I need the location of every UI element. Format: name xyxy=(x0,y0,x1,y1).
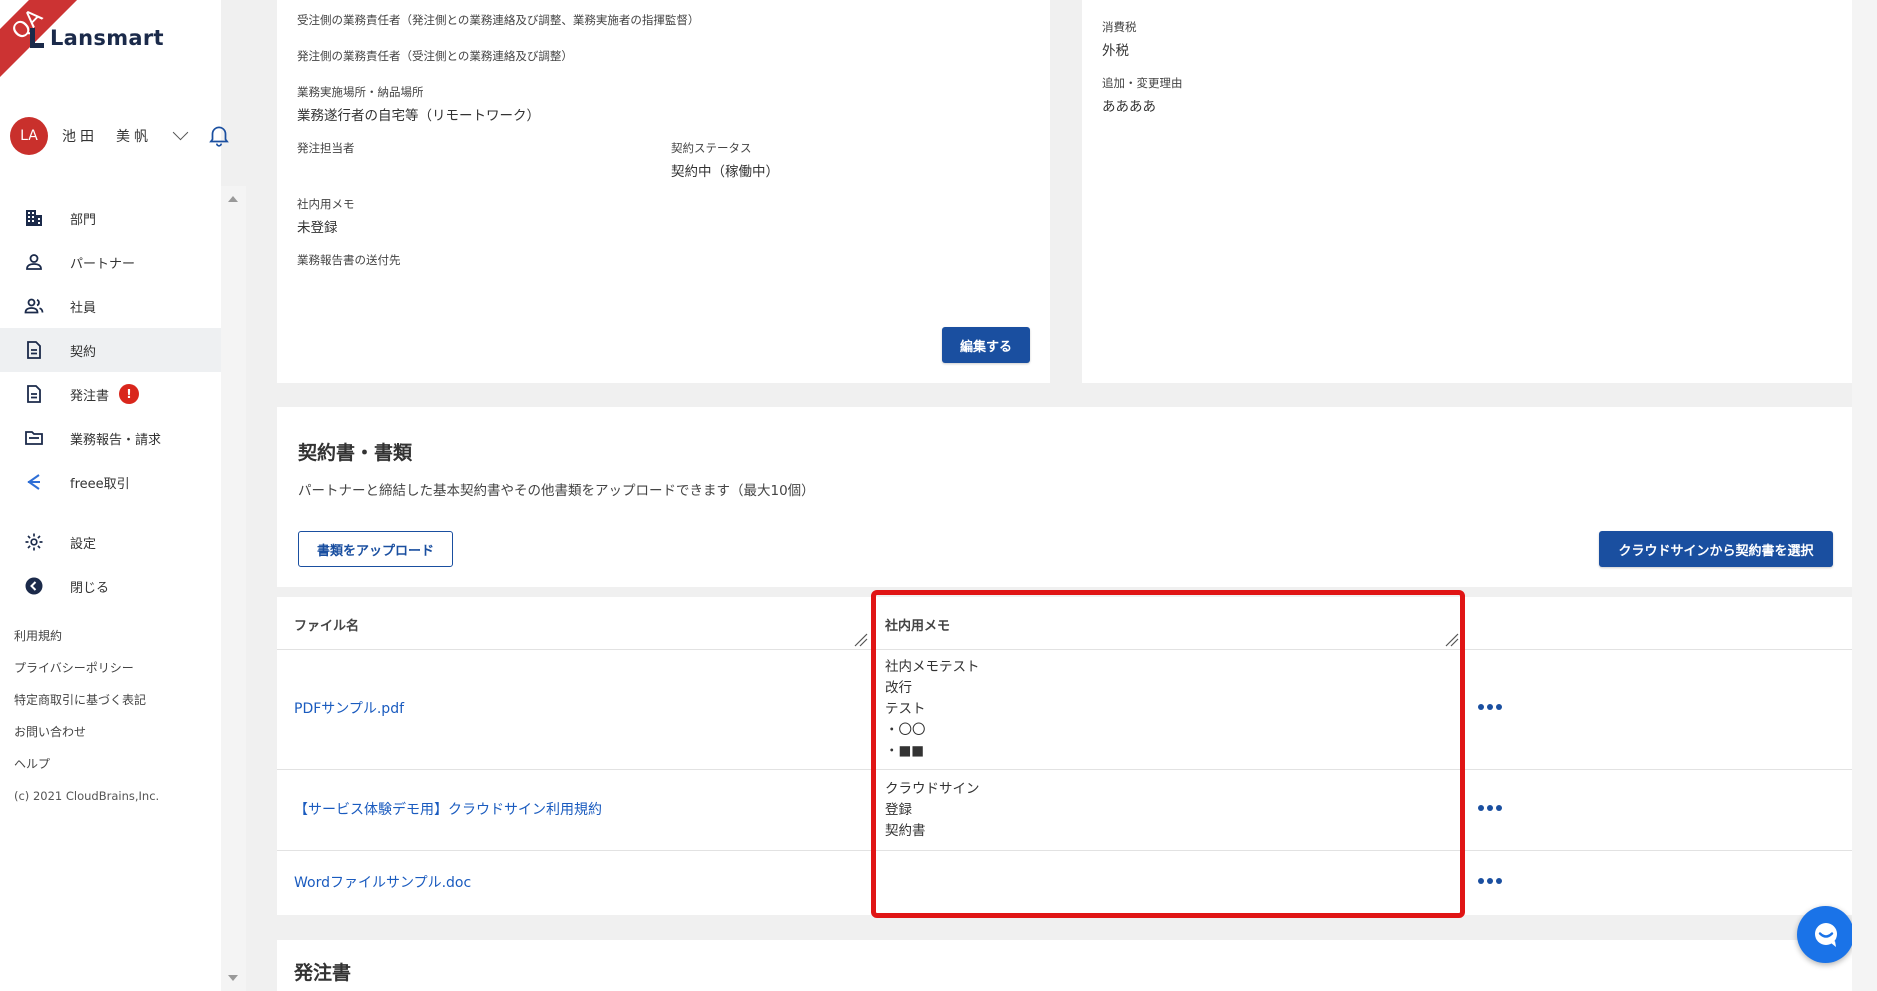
sidebar-item-label: 閉じる xyxy=(70,580,110,596)
user-name: 池田 美帆 xyxy=(62,129,152,145)
scroll-down-icon[interactable] xyxy=(228,975,238,981)
document-icon xyxy=(24,384,44,404)
people-icon xyxy=(24,296,44,316)
purchase-order-title: 発注書 xyxy=(294,962,352,984)
documents-title: 契約書・書類 xyxy=(298,442,413,464)
building-icon xyxy=(24,208,44,228)
terms-link[interactable]: 利用規約 xyxy=(14,620,159,652)
location-label: 業務実施場所・納品場所 xyxy=(297,85,424,99)
edit-button[interactable]: 編集する xyxy=(942,327,1030,363)
sidebar-item-employees[interactable]: 社員 xyxy=(0,284,221,328)
privacy-link[interactable]: プライバシーポリシー xyxy=(14,652,159,684)
sidebar-item-label: 業務報告・請求 xyxy=(70,432,162,448)
report-destination-label: 業務報告書の送付先 xyxy=(297,253,401,267)
sidebar-nav: 部門 パートナー 社員 契約 発注書 ! 業務報告・請求 freee取引 設定 … xyxy=(0,196,221,608)
brand-name: Lansmart xyxy=(50,26,164,50)
sidebar-item-label: パートナー xyxy=(70,256,136,272)
highlight-annotation xyxy=(871,590,1465,918)
person-icon xyxy=(24,252,44,272)
internal-memo-label: 社内用メモ xyxy=(297,197,355,211)
sidebar-item-reports[interactable]: 業務報告・請求 xyxy=(0,416,221,460)
page-scrollbar[interactable] xyxy=(1852,0,1877,991)
more-options-icon[interactable] xyxy=(1478,805,1502,813)
orderer-manager-label: 発注側の業務責任者（受注側との業務連絡及び調整） xyxy=(297,49,573,63)
sidebar-item-label: 契約 xyxy=(70,344,97,360)
chevron-down-icon[interactable] xyxy=(172,124,189,141)
chat-button[interactable] xyxy=(1797,906,1854,963)
sidebar-item-departments[interactable]: 部門 xyxy=(0,196,221,240)
sidebar: QA Lansmart LA 池田 美帆 部門 パートナー 社員 契約 発注書 … xyxy=(0,0,229,991)
logo-icon xyxy=(30,28,44,48)
documents-card: 契約書・書類 パートナーと締結した基本契約書やその他書類をアップロードできます（… xyxy=(277,407,1852,587)
column-header-filename: ファイル名 xyxy=(294,619,360,634)
sidebar-item-label: 社員 xyxy=(70,300,97,316)
sidebar-item-freee[interactable]: freee取引 xyxy=(0,460,221,504)
tax-card: 消費税 外税 追加・変更理由 ああああ xyxy=(1082,0,1852,383)
internal-memo-value: 未登録 xyxy=(297,220,338,236)
document-icon xyxy=(24,340,44,360)
contact-link[interactable]: お問い合わせ xyxy=(14,716,159,748)
tax-value: 外税 xyxy=(1102,43,1129,59)
footer-links: 利用規約 プライバシーポリシー 特定商取引に基づく表記 お問い合わせ ヘルプ (… xyxy=(14,620,159,812)
file-link[interactable]: Wordファイルサンプル.doc xyxy=(294,872,471,892)
alert-badge: ! xyxy=(119,384,140,404)
tax-label: 消費税 xyxy=(1102,20,1137,34)
reason-label: 追加・変更理由 xyxy=(1102,76,1183,90)
sidebar-item-settings[interactable]: 設定 xyxy=(0,520,221,564)
brand-logo[interactable]: Lansmart xyxy=(30,26,164,50)
back-circle-icon xyxy=(24,576,44,596)
copyright: (c) 2021 CloudBrains,Inc. xyxy=(14,789,160,803)
user-menu[interactable]: LA 池田 美帆 xyxy=(10,116,229,156)
sidebar-item-contracts[interactable]: 契約 xyxy=(0,328,221,372)
resize-handle-icon[interactable] xyxy=(854,633,868,647)
help-link[interactable]: ヘルプ xyxy=(14,748,159,780)
folder-icon xyxy=(24,428,44,448)
sidebar-scrollbar[interactable] xyxy=(221,186,246,991)
location-value: 業務遂行者の自宅等（リモートワーク） xyxy=(297,108,540,124)
sidebar-item-close[interactable]: 閉じる xyxy=(0,564,221,608)
bell-icon[interactable] xyxy=(206,122,232,148)
more-options-icon[interactable] xyxy=(1478,704,1502,712)
sidebar-item-label: freee取引 xyxy=(70,476,130,492)
status-value: 契約中（稼働中） xyxy=(671,164,779,180)
cloudsign-select-button[interactable]: クラウドサインから契約書を選択 xyxy=(1599,531,1833,567)
more-options-icon[interactable] xyxy=(1478,878,1502,886)
sidebar-item-label: 部門 xyxy=(70,212,97,228)
status-label: 契約ステータス xyxy=(671,141,752,155)
sidebar-item-purchase-orders[interactable]: 発注書 ! xyxy=(0,372,221,416)
commerce-law-link[interactable]: 特定商取引に基づく表記 xyxy=(14,684,159,716)
reason-value: ああああ xyxy=(1102,99,1156,115)
receiver-manager-label: 受注側の業務責任者（発注側との業務連絡及び調整、業務実施者の指揮監督） xyxy=(297,13,700,27)
sidebar-item-partners[interactable]: パートナー xyxy=(0,240,221,284)
purchase-order-card: 発注書 xyxy=(277,940,1852,991)
chat-icon xyxy=(1814,922,1837,947)
scroll-up-icon[interactable] xyxy=(228,196,238,202)
file-link[interactable]: PDFサンプル.pdf xyxy=(294,698,404,718)
avatar[interactable]: LA xyxy=(10,117,48,155)
upload-document-button[interactable]: 書類をアップロード xyxy=(298,531,453,567)
gear-icon xyxy=(24,532,44,552)
orderer-contact-label: 発注担当者 xyxy=(297,141,355,155)
sidebar-item-label: 発注書 xyxy=(70,388,110,404)
sidebar-item-label: 設定 xyxy=(70,536,97,552)
file-link[interactable]: 【サービス体験デモ用】クラウドサイン利用規約 xyxy=(294,799,602,819)
documents-description: パートナーと締結した基本契約書やその他書類をアップロードできます（最大10個） xyxy=(298,483,815,499)
freee-icon xyxy=(24,472,44,492)
contract-details-card: 受注側の業務責任者（発注側との業務連絡及び調整、業務実施者の指揮監督） 発注側の… xyxy=(277,0,1050,383)
